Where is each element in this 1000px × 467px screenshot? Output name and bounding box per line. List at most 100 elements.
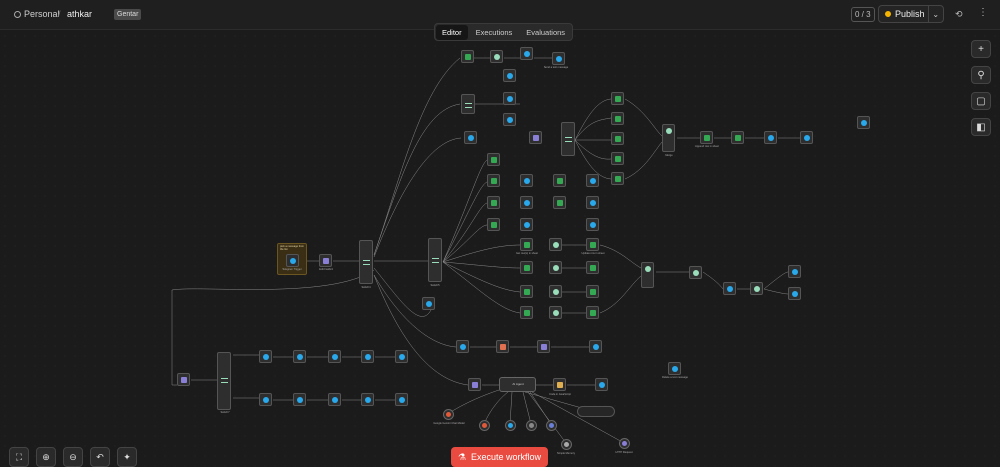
sheets-node[interactable]	[586, 285, 599, 298]
telegram-node[interactable]	[552, 52, 565, 65]
merge-node[interactable]	[662, 124, 675, 152]
telegram-node[interactable]	[586, 196, 599, 209]
telegram-node[interactable]	[361, 393, 374, 406]
telegram-node[interactable]	[520, 218, 533, 231]
sheets-node[interactable]	[520, 261, 533, 274]
execute-workflow-button[interactable]: ⚗ Execute workflow	[451, 447, 548, 467]
telegram-node[interactable]	[328, 350, 341, 363]
telegram-node[interactable]	[595, 378, 608, 391]
tool-node[interactable]	[546, 420, 557, 431]
sheets-node[interactable]	[586, 306, 599, 319]
sheets-node[interactable]	[611, 112, 624, 125]
tool-node[interactable]	[479, 420, 490, 431]
edit-fields-node[interactable]	[319, 254, 332, 267]
telegram-node[interactable]	[259, 393, 272, 406]
sheets-node[interactable]	[611, 132, 624, 145]
switch-node[interactable]	[750, 282, 763, 295]
code-node[interactable]	[496, 340, 509, 353]
telegram-node[interactable]	[520, 174, 533, 187]
sheets-node[interactable]	[487, 174, 500, 187]
sheets-node[interactable]	[553, 196, 566, 209]
edit-fields-node[interactable]	[177, 373, 190, 386]
chat-model-node[interactable]	[443, 409, 454, 420]
telegram-node[interactable]	[857, 116, 870, 129]
zoom-in-icon[interactable]: ⊕	[36, 447, 56, 467]
edit-fields-node[interactable]	[537, 340, 550, 353]
telegram-node[interactable]	[293, 350, 306, 363]
telegram-node[interactable]	[395, 350, 408, 363]
http-node[interactable]	[619, 438, 630, 449]
switch-node[interactable]	[549, 285, 562, 298]
telegram-node[interactable]	[503, 113, 516, 126]
switch-top-node[interactable]	[561, 122, 575, 156]
telegram-node[interactable]	[464, 131, 477, 144]
merge-node[interactable]	[641, 262, 654, 288]
switch-secondary-node[interactable]	[428, 238, 442, 282]
telegram-node[interactable]	[328, 393, 341, 406]
tool-node[interactable]	[526, 420, 537, 431]
edit-fields-node[interactable]	[529, 131, 542, 144]
switch-main-node[interactable]	[359, 240, 373, 284]
sheets-node[interactable]	[520, 285, 533, 298]
memory-node[interactable]	[577, 406, 615, 417]
telegram-node[interactable]	[520, 47, 533, 60]
tidy-icon[interactable]: ✦	[117, 447, 137, 467]
sheets-icon	[615, 176, 621, 182]
plus-icon[interactable]: +	[971, 40, 991, 58]
telegram-node[interactable]	[456, 340, 469, 353]
telegram-node[interactable]	[788, 287, 801, 300]
telegram-node[interactable]	[520, 196, 533, 209]
memory-sub-node[interactable]	[561, 439, 572, 450]
panel-icon[interactable]: ◧	[971, 118, 991, 136]
sheets-node[interactable]	[520, 238, 533, 251]
tab-editor[interactable]: Editor	[436, 24, 468, 40]
sticky-note-icon[interactable]: ▢	[971, 92, 991, 110]
search-icon[interactable]: ⚲	[971, 66, 991, 84]
telegram-node[interactable]	[422, 297, 435, 310]
sheets-node[interactable]	[586, 261, 599, 274]
switch-node[interactable]	[689, 266, 702, 279]
sheets-node[interactable]	[487, 153, 500, 166]
telegram-trigger-node[interactable]	[286, 254, 299, 267]
switch-icon	[693, 270, 699, 276]
sheets-node[interactable]	[487, 218, 500, 231]
sheets-node[interactable]	[586, 238, 599, 251]
telegram-node[interactable]	[586, 218, 599, 231]
sheets-node[interactable]	[461, 50, 474, 63]
telegram-node[interactable]	[800, 131, 813, 144]
switch-node[interactable]	[549, 306, 562, 319]
sheets-node[interactable]	[611, 152, 624, 165]
switch-bottom-node[interactable]	[217, 352, 231, 410]
code-node[interactable]	[553, 378, 566, 391]
telegram-node[interactable]	[589, 340, 602, 353]
switch-node[interactable]	[549, 261, 562, 274]
switch-node[interactable]	[549, 238, 562, 251]
telegram-node[interactable]	[668, 362, 681, 375]
zoom-out-icon[interactable]: ⊖	[63, 447, 83, 467]
telegram-node[interactable]	[788, 265, 801, 278]
undo-icon[interactable]: ↶	[90, 447, 110, 467]
telegram-node[interactable]	[503, 92, 516, 105]
switch-node[interactable]	[490, 50, 503, 63]
telegram-node[interactable]	[503, 69, 516, 82]
telegram-node[interactable]	[293, 393, 306, 406]
sheets-node[interactable]	[731, 131, 744, 144]
telegram-node[interactable]	[764, 131, 777, 144]
telegram-node[interactable]	[361, 350, 374, 363]
sheets-node[interactable]	[520, 306, 533, 319]
switch-upper-node[interactable]	[461, 94, 475, 114]
sheets-node[interactable]	[700, 131, 713, 144]
telegram-node[interactable]	[395, 393, 408, 406]
tool-node[interactable]	[505, 420, 516, 431]
tab-evaluations[interactable]: Evaluations	[520, 25, 571, 40]
edit-fields-node[interactable]	[468, 378, 481, 391]
telegram-node[interactable]	[586, 174, 599, 187]
sheets-node[interactable]	[611, 172, 624, 185]
sheets-node[interactable]	[487, 196, 500, 209]
fit-view-icon[interactable]: ⛶	[9, 447, 29, 467]
telegram-node[interactable]	[259, 350, 272, 363]
telegram-node[interactable]	[723, 282, 736, 295]
sheets-node[interactable]	[611, 92, 624, 105]
sheets-node[interactable]	[553, 174, 566, 187]
tab-executions[interactable]: Executions	[470, 25, 519, 40]
